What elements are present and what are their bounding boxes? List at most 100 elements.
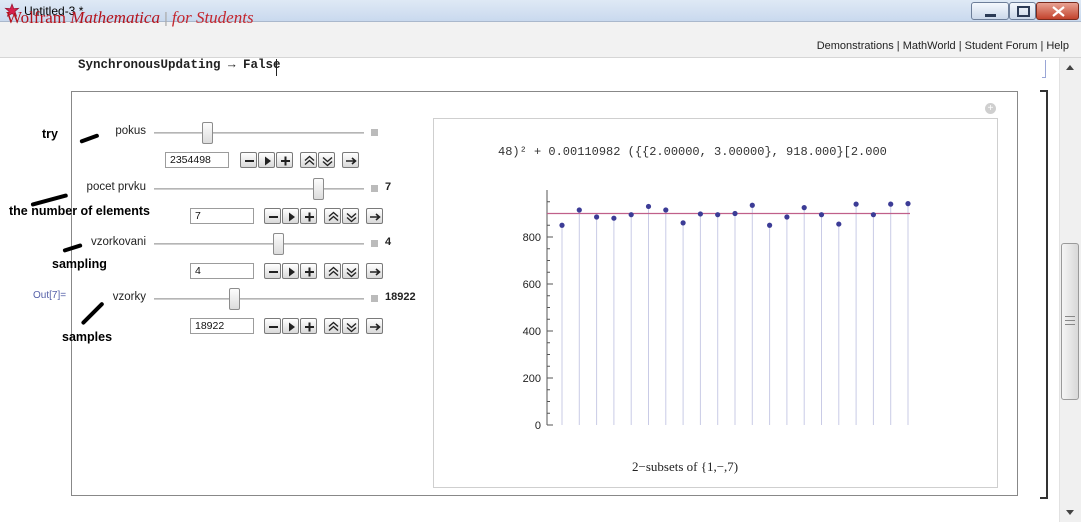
slider-value-3: 18922 — [385, 291, 416, 303]
data-point — [697, 211, 703, 217]
minimize-button[interactable] — [971, 2, 1009, 20]
slower-button[interactable] — [342, 263, 359, 279]
slider-track-2[interactable] — [154, 243, 364, 245]
banner-links[interactable]: Demonstrations | MathWorld | Student For… — [817, 40, 1069, 52]
scroll-grip-line — [1065, 324, 1075, 325]
maximize-icon — [1017, 6, 1030, 17]
expand-controls-toggle[interactable] — [371, 185, 378, 192]
play-button[interactable] — [258, 152, 275, 168]
slower-button[interactable] — [342, 318, 359, 334]
faster-icon — [328, 211, 339, 222]
faster-button[interactable] — [324, 263, 341, 279]
data-point — [611, 215, 617, 221]
value-input-1[interactable]: 7 — [190, 208, 254, 224]
play-button[interactable] — [282, 208, 299, 224]
faster-icon — [328, 266, 339, 277]
slider-thumb-2[interactable] — [272, 233, 284, 255]
slower-icon — [322, 156, 333, 167]
data-point — [645, 203, 652, 210]
slider-track-1[interactable] — [154, 188, 364, 190]
minus-button[interactable] — [240, 152, 257, 168]
scatter-plot: 0 200 400 600 800 — [523, 190, 911, 432]
plus-button[interactable] — [300, 208, 317, 224]
control-label-0: pokus — [115, 125, 146, 137]
data-point — [905, 201, 911, 207]
minus-icon — [269, 326, 278, 328]
minus-icon — [269, 271, 278, 273]
data-point — [680, 220, 686, 226]
slower-button[interactable] — [342, 208, 359, 224]
value-input-3[interactable]: 18922 — [190, 318, 254, 334]
slider-thumb-3[interactable] — [228, 288, 240, 310]
scroll-grip-line — [1065, 320, 1075, 321]
data-point — [576, 207, 582, 213]
minus-button[interactable] — [264, 318, 281, 334]
plus-circle-icon[interactable]: + — [985, 103, 996, 114]
y-tick-label: 800 — [523, 232, 541, 244]
play-button[interactable] — [282, 263, 299, 279]
play-button[interactable] — [282, 318, 299, 334]
faster-button[interactable] — [324, 318, 341, 334]
y-tick-label: 200 — [523, 373, 541, 385]
data-point — [628, 212, 634, 218]
data-point — [818, 212, 825, 218]
minus-icon — [269, 216, 278, 218]
scroll-up-arrow-icon[interactable] — [1061, 60, 1079, 76]
control-label-2: vzorkovani — [91, 236, 146, 248]
scroll-grip-line — [1065, 316, 1075, 317]
control-label-1: pocet prvku — [86, 181, 146, 193]
data-point — [594, 214, 600, 220]
direction-arrow-button[interactable] — [366, 208, 383, 224]
slower-icon — [346, 212, 357, 223]
faster-button[interactable] — [324, 208, 341, 224]
slower-button[interactable] — [318, 152, 335, 168]
data-point — [559, 222, 565, 228]
plus-button[interactable] — [300, 318, 317, 334]
control-label-3: vzorky — [112, 291, 146, 303]
slider-track-0[interactable] — [154, 132, 364, 134]
data-point — [853, 201, 859, 207]
maximize-button[interactable] — [1009, 2, 1036, 20]
plus-button[interactable] — [300, 263, 317, 279]
close-button[interactable] — [1036, 2, 1079, 20]
plus-button[interactable] — [276, 152, 293, 168]
minimize-icon — [985, 14, 996, 17]
data-point — [801, 205, 807, 211]
plus-icon — [281, 156, 290, 166]
play-icon — [289, 322, 295, 332]
data-point — [715, 212, 721, 218]
minus-button[interactable] — [264, 208, 281, 224]
faster-icon — [304, 155, 315, 166]
slider-value-1: 7 — [385, 181, 392, 193]
expand-controls-toggle[interactable] — [371, 129, 378, 136]
slider-track-3[interactable] — [154, 298, 364, 300]
input-cell-bracket[interactable] — [1042, 60, 1046, 78]
expand-controls-toggle[interactable] — [371, 295, 378, 302]
code-line[interactable]: SynchronousUpdating → False — [78, 58, 281, 72]
data-point — [836, 221, 842, 227]
direction-arrow-icon — [346, 157, 357, 165]
minus-button[interactable] — [264, 263, 281, 279]
plus-icon — [305, 267, 314, 277]
play-icon — [265, 156, 271, 166]
faster-icon — [328, 321, 339, 332]
data-point — [870, 212, 876, 218]
annotation-text-0: try — [42, 127, 58, 141]
faster-button[interactable] — [300, 152, 317, 168]
direction-arrow-button[interactable] — [342, 152, 359, 168]
text-cursor — [276, 59, 277, 76]
data-point — [767, 222, 773, 228]
output-cell-bracket[interactable] — [1040, 90, 1048, 499]
direction-arrow-button[interactable] — [366, 263, 383, 279]
data-point — [732, 210, 738, 217]
slider-thumb-0[interactable] — [201, 122, 213, 144]
expand-controls-toggle[interactable] — [371, 240, 378, 247]
value-input-2[interactable]: 4 — [190, 263, 254, 279]
value-input-0[interactable]: 2354498 — [165, 152, 229, 168]
direction-arrow-icon — [370, 323, 381, 331]
direction-arrow-button[interactable] — [366, 318, 383, 334]
scrollbar-thumb[interactable] — [1061, 243, 1079, 400]
wolfram-mathematica-logo: Wolfram Mathematica | for Students — [6, 8, 254, 28]
slider-thumb-1[interactable] — [312, 178, 324, 200]
scroll-down-arrow-icon[interactable] — [1061, 504, 1079, 520]
